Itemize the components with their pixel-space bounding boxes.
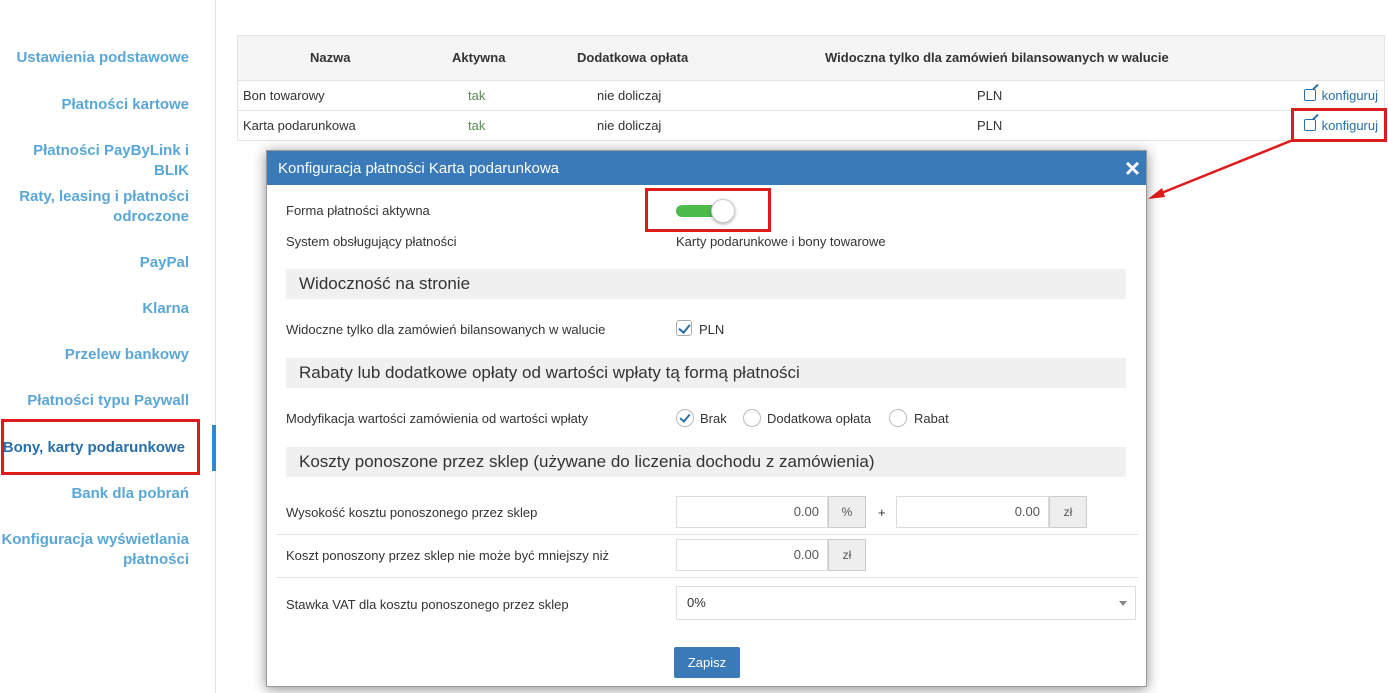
radio-rabat[interactable] <box>889 409 907 427</box>
radio-dodatkowa-oplata-label: Dodatkowa opłata <box>767 411 872 426</box>
section-visibility: Widoczność na stronie <box>286 269 1126 299</box>
cost-amount-input[interactable]: 0.00 <box>896 496 1049 528</box>
sidebar-item-paywall[interactable]: Płatności typu Paywall <box>0 391 189 411</box>
sidebar-item-raty-leasing[interactable]: Raty, leasing i płatności odroczone <box>0 187 189 227</box>
divider <box>276 577 1138 578</box>
configure-label: konfiguruj <box>1321 88 1378 103</box>
modal-title: Konfiguracja płatności Karta podarunkowa <box>278 160 560 177</box>
edit-icon <box>1303 89 1316 101</box>
min-cost-label: Koszt ponoszony przez sklep nie może być… <box>286 548 609 563</box>
section-costs: Koszty ponoszone przez sklep (używane do… <box>286 447 1126 477</box>
radio-brak-label: Brak <box>700 411 727 426</box>
divider <box>276 534 1138 535</box>
system-value: Karty podarunkowe i bony towarowe <box>676 234 886 249</box>
min-cost-addon: zł <box>828 539 866 571</box>
radio-brak[interactable] <box>676 409 694 427</box>
modal-header: Konfiguracja płatności Karta podarunkowa… <box>267 151 1146 185</box>
chevron-down-icon <box>1119 601 1127 606</box>
vat-select[interactable]: 0% <box>676 586 1136 620</box>
radio-rabat-label: Rabat <box>914 411 949 426</box>
row-currency: PLN <box>977 88 1003 103</box>
vat-select-value: 0% <box>687 595 706 610</box>
sidebar-item-klarna[interactable]: Klarna <box>0 299 189 319</box>
highlight-box-configure <box>1291 108 1387 142</box>
configure-link[interactable]: konfiguruj <box>1303 81 1378 110</box>
sidebar-item-ustawienia-podstawowe[interactable]: Ustawienia podstawowe <box>0 48 189 68</box>
cost-percent-addon: % <box>828 496 866 528</box>
sidebar: Ustawienia podstawowe Płatności kartowe … <box>0 0 216 693</box>
row-active: tak <box>468 118 486 133</box>
table-header: Nazwa Aktywna Dodatkowa opłata Widoczna … <box>238 36 1384 81</box>
section-discounts: Rabaty lub dodatkowe opłaty od wartości … <box>286 358 1126 388</box>
save-button[interactable]: Zapisz <box>674 647 740 678</box>
min-cost-input[interactable]: 0.00 <box>676 539 828 571</box>
sidebar-item-przelew-bankowy[interactable]: Przelew bankowy <box>0 345 189 365</box>
currency-checkbox-label: PLN <box>699 322 725 337</box>
currency-checkbox[interactable] <box>676 320 692 336</box>
cost-label: Wysokość kosztu ponoszonego przez sklep <box>286 505 538 520</box>
sidebar-item-paypal[interactable]: PayPal <box>0 253 189 273</box>
row-fee: nie doliczaj <box>597 88 662 103</box>
radio-dodatkowa-oplata[interactable] <box>743 409 761 427</box>
active-label: Forma płatności aktywna <box>286 203 430 218</box>
modification-label: Modyfikacja wartości zamówienia od warto… <box>286 411 589 426</box>
config-modal: Konfiguracja płatności Karta podarunkowa… <box>266 150 1147 687</box>
visibility-label: Widoczne tylko dla zamówień bilansowanyc… <box>286 322 606 337</box>
table-row: Bon towarowy tak nie doliczaj PLN konfig… <box>238 81 1384 111</box>
sidebar-item-platnosci-kartowe[interactable]: Płatności kartowe <box>0 95 189 115</box>
close-icon[interactable]: × <box>1125 153 1140 183</box>
sidebar-active-indicator <box>212 425 216 471</box>
column-header-nazwa: Nazwa <box>310 50 351 65</box>
sidebar-item-konfiguracja-wyswietlania[interactable]: Konfiguracja wyświetlania płatności <box>0 530 189 570</box>
sidebar-item-bank-pobran[interactable]: Bank dla pobrań <box>0 484 189 504</box>
row-fee: nie doliczaj <box>597 118 662 133</box>
row-name: Bon towarowy <box>243 88 325 103</box>
column-header-widoczna: Widoczna tylko dla zamówień bilansowanyc… <box>825 50 1169 65</box>
row-active: tak <box>468 88 486 103</box>
plus-sign: + <box>878 505 886 520</box>
column-header-aktywna: Aktywna <box>452 50 506 65</box>
column-header-dodatkowa-oplata: Dodatkowa opłata <box>577 50 689 65</box>
section-visibility-title: Widoczność na stronie <box>299 274 471 293</box>
system-label: System obsługujący płatności <box>286 234 457 249</box>
payments-table: Nazwa Aktywna Dodatkowa opłata Widoczna … <box>237 35 1385 141</box>
row-currency: PLN <box>977 118 1003 133</box>
highlight-box-toggle <box>645 188 771 232</box>
annotation-arrow-icon <box>1148 138 1294 199</box>
sidebar-item-paybylink-blik[interactable]: Płatności PayByLink i BLIK <box>0 141 189 181</box>
row-name: Karta podarunkowa <box>243 118 356 133</box>
vat-label: Stawka VAT dla kosztu ponoszonego przez … <box>286 597 569 612</box>
cost-percent-input[interactable]: 0.00 <box>676 496 828 528</box>
highlight-box-sidebar <box>1 419 200 475</box>
section-discounts-title: Rabaty lub dodatkowe opłaty od wartości … <box>299 363 800 382</box>
cost-amount-addon: zł <box>1049 496 1087 528</box>
section-costs-title: Koszty ponoszone przez sklep (używane do… <box>299 452 875 471</box>
